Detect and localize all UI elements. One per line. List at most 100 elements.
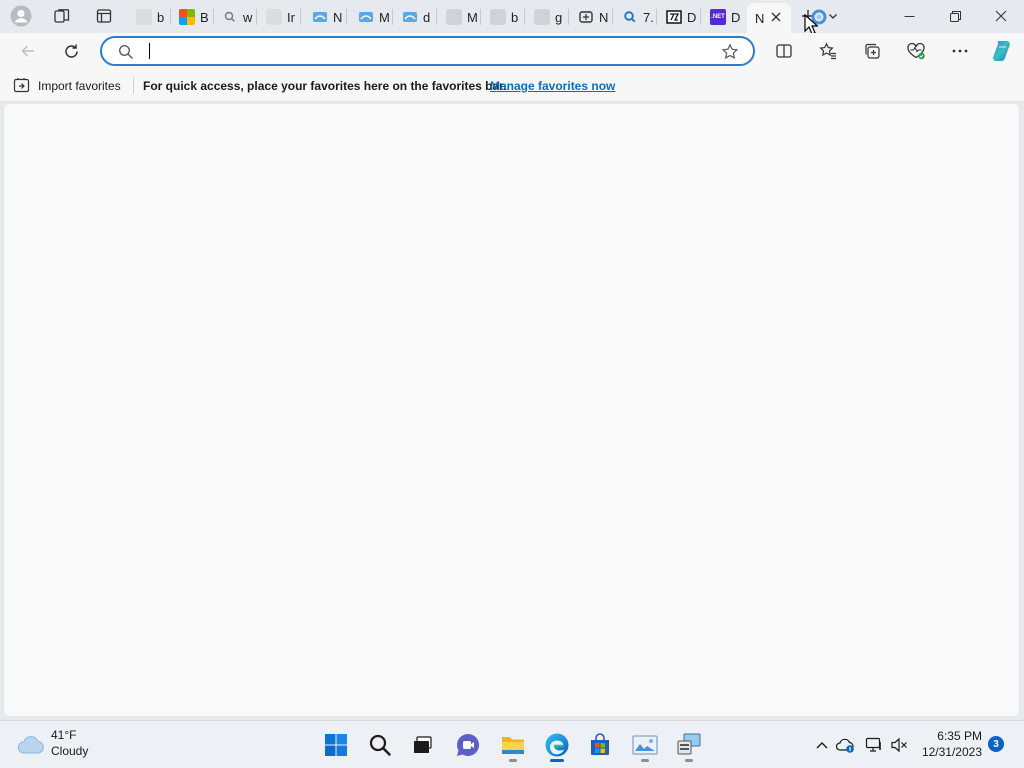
navigation-toolbar — [0, 33, 1024, 69]
search-icon — [624, 11, 636, 23]
text-caret — [149, 43, 150, 59]
profile-button[interactable] — [8, 4, 34, 28]
browser-tab[interactable]: d — [394, 4, 437, 30]
browser-tab[interactable]: M — [350, 4, 393, 30]
task-view-button[interactable] — [404, 727, 440, 763]
favorites-button[interactable] — [814, 37, 842, 65]
mouse-cursor — [803, 13, 819, 35]
manage-favorites-link[interactable]: Manage favorites now — [490, 79, 615, 93]
search-icon — [119, 45, 133, 59]
minimize-icon — [904, 15, 914, 17]
workspaces-button[interactable] — [50, 5, 74, 27]
tab-title: b — [511, 9, 519, 25]
tab-separator — [300, 9, 301, 25]
taskbar: 41°F Cloudy 6:35 PM 12/31/2023 3 — [0, 720, 1024, 768]
copilot-button[interactable] — [987, 36, 1017, 66]
address-input[interactable] — [142, 42, 702, 60]
browser-tab[interactable]: g — [526, 4, 569, 30]
onedrive-tray-button[interactable] — [835, 735, 857, 755]
chevron-down-icon — [829, 14, 837, 19]
browser-tab[interactable]: 7. — [614, 4, 657, 30]
7zip-icon — [666, 10, 682, 24]
start-icon — [325, 734, 347, 756]
split-screen-button[interactable] — [770, 37, 798, 65]
page-icon — [266, 9, 282, 25]
tab-title: B — [200, 9, 209, 25]
running-indicator-active — [550, 759, 564, 762]
settings-more-button[interactable] — [946, 37, 974, 65]
browser-tab[interactable]: b — [128, 4, 171, 30]
teams-chat-button[interactable] — [450, 727, 486, 763]
close-tab-button[interactable] — [769, 10, 783, 24]
workspaces-icon — [54, 9, 70, 23]
address-bar[interactable] — [100, 36, 755, 66]
notification-badge[interactable]: 3 — [988, 736, 1004, 752]
refresh-button[interactable] — [57, 37, 85, 65]
tab-title: N — [599, 9, 609, 25]
back-button[interactable] — [14, 37, 42, 65]
screenshot-icon — [579, 11, 593, 23]
edge-button[interactable] — [539, 727, 575, 763]
import-favorites-button[interactable]: Import favorites — [12, 76, 127, 96]
bing-icon — [313, 12, 327, 22]
bing-icon — [359, 12, 373, 22]
teams-chat-icon — [457, 733, 480, 756]
more-dots-icon — [952, 49, 968, 53]
favorites-icon — [819, 42, 836, 60]
browser-tab[interactable]: D — [658, 4, 701, 30]
minimize-button[interactable] — [886, 0, 932, 32]
tab-title: w — [243, 9, 253, 25]
file-explorer-button[interactable] — [495, 727, 531, 763]
volume-muted-icon — [891, 737, 907, 753]
refresh-icon — [64, 44, 78, 58]
photos-button[interactable] — [627, 727, 663, 763]
browser-tab[interactable]: w — [214, 4, 257, 30]
browser-tab[interactable]: b — [482, 4, 525, 30]
network-tray-button[interactable] — [863, 735, 885, 755]
tab-title: N — [755, 10, 765, 26]
tab-title: D — [687, 9, 697, 25]
clock[interactable]: 6:35 PM 12/31/2023 — [916, 728, 984, 762]
clock-time: 6:35 PM — [937, 729, 982, 743]
start-button[interactable] — [318, 727, 354, 763]
collections-button[interactable] — [858, 37, 886, 65]
task-view-icon — [414, 736, 432, 753]
page-content — [3, 103, 1020, 717]
browser-tab[interactable]: M — [438, 4, 481, 30]
tab-title: M — [379, 9, 390, 25]
weather-widget[interactable]: 41°F Cloudy — [14, 727, 114, 763]
chevron-up-icon — [816, 742, 828, 749]
running-indicator — [509, 759, 517, 762]
browser-tab[interactable]: .NET D — [702, 4, 745, 30]
microsoft-store-icon — [591, 733, 609, 755]
restore-button[interactable] — [932, 0, 978, 32]
tab-separator — [656, 9, 657, 25]
remote-desktop-button[interactable] — [671, 727, 707, 763]
microsoft-store-button[interactable] — [582, 727, 618, 763]
page-icon — [534, 9, 550, 25]
volume-tray-button[interactable] — [889, 735, 909, 755]
tab-list-button[interactable] — [826, 8, 840, 24]
browser-tab[interactable]: N — [304, 4, 347, 30]
cloud-icon — [17, 736, 44, 754]
cursor-icon — [804, 13, 818, 35]
tab-separator — [480, 9, 481, 25]
tab-separator — [524, 9, 525, 25]
browser-tab[interactable]: B — [171, 4, 214, 30]
network-icon — [865, 737, 881, 752]
taskbar-search-button[interactable] — [362, 727, 398, 763]
tab-title: D — [731, 9, 741, 25]
browser-essentials-button[interactable] — [902, 37, 930, 65]
back-arrow-icon — [21, 45, 34, 57]
tab-title: M — [467, 9, 478, 25]
browser-tab[interactable]: N — [570, 4, 613, 30]
show-hidden-icons-button[interactable] — [812, 735, 832, 755]
close-window-button[interactable] — [978, 0, 1024, 32]
file-explorer-icon — [502, 737, 524, 754]
onedrive-sync-icon — [836, 738, 854, 753]
browser-tab[interactable]: Ir — [258, 4, 301, 30]
favorite-star-icon[interactable] — [721, 43, 739, 61]
profile-icon — [10, 5, 32, 27]
tab-actions-button[interactable] — [92, 5, 116, 27]
browser-tab-active[interactable]: N — [747, 3, 791, 33]
